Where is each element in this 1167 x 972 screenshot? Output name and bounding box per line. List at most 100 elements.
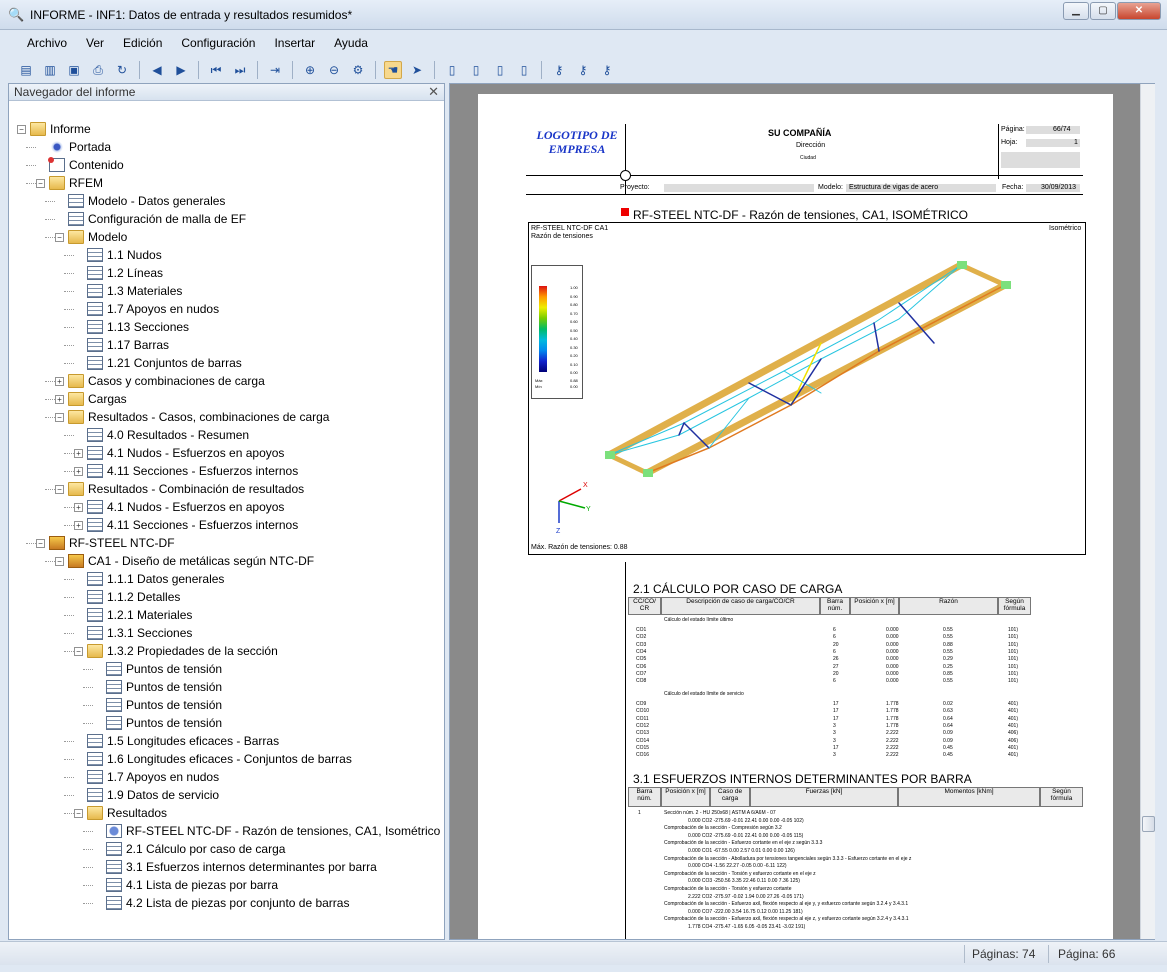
tree-item[interactable]: 1.13 Secciones [74, 318, 189, 336]
tree-item[interactable]: 1.1.2 Detalles [74, 588, 180, 606]
menu-ver[interactable]: Ver [86, 36, 104, 50]
tree-item[interactable]: Puntos de tensión [93, 714, 222, 732]
maximize-button[interactable]: ▢ [1090, 2, 1116, 20]
tree-item[interactable]: Configuración de malla de EF [55, 210, 246, 228]
tree-item[interactable]: 1.6 Longitudes eficaces - Conjuntos de b… [74, 750, 352, 768]
tree-item[interactable]: +4.11 Secciones - Esfuerzos internos [74, 462, 298, 480]
refresh-icon[interactable]: ↻ [113, 61, 131, 79]
tree-item[interactable]: 2.1 Cálculo por caso de carga [93, 840, 285, 858]
tree-item[interactable]: 1.2 Líneas [74, 264, 163, 282]
collapse-icon[interactable]: − [17, 124, 26, 134]
tree-item[interactable]: 1.21 Conjuntos de barras [74, 354, 242, 372]
axis-triad: Z X Y [556, 482, 591, 535]
page-icon[interactable]: ▯ [515, 61, 533, 79]
prev-page-icon[interactable]: ◀ [148, 61, 166, 79]
tree-item[interactable]: Portada [36, 138, 111, 156]
report-preview[interactable]: LOGOTIPO DE EMPRESA SU COMPAÑÍA Direcció… [449, 83, 1155, 940]
collapse-icon[interactable]: − [55, 232, 64, 242]
last-page-icon[interactable]: ⏭ [231, 61, 249, 79]
tree-item[interactable]: 1.9 Datos de servicio [74, 786, 219, 804]
tree-item[interactable]: 1.2.1 Materiales [74, 606, 192, 624]
expand-icon[interactable]: + [74, 448, 83, 458]
collapse-icon[interactable]: − [74, 808, 83, 818]
key3-icon[interactable]: ⚷ [598, 61, 616, 79]
page-setup-icon[interactable]: ▯ [443, 61, 461, 79]
tree-item[interactable]: − RF-STEEL NTC-DF [36, 534, 175, 552]
table-cell: 406) [1008, 737, 1019, 744]
key-icon[interactable]: ⚷ [550, 61, 568, 79]
first-page-icon[interactable]: ⏮ [207, 61, 225, 79]
print-icon[interactable]: ⎙ [89, 61, 107, 79]
tree-item[interactable]: − Resultados [74, 804, 167, 822]
collapse-icon[interactable]: − [55, 484, 64, 494]
tree-item[interactable]: − Resultados - Combinación de resultados [55, 480, 304, 498]
tree-item[interactable]: 4.2 Lista de piezas por conjunto de barr… [93, 894, 349, 912]
menu-ayuda[interactable]: Ayuda [334, 36, 368, 50]
tree-item[interactable]: 1.3 Materiales [74, 282, 182, 300]
status-bar: Páginas: 74 Página: 66 [0, 941, 1167, 965]
new-report-icon[interactable]: ▤ [17, 61, 35, 79]
collapse-icon[interactable]: − [36, 178, 45, 188]
tree-item[interactable]: 1.1.1 Datos generales [74, 570, 224, 588]
collapse-icon[interactable]: − [36, 538, 45, 548]
next-page-icon[interactable]: ▶ [172, 61, 190, 79]
tree-item[interactable]: 1.7 Apoyos en nudos [74, 300, 219, 318]
tree-item[interactable]: 4.0 Resultados - Resumen [74, 426, 249, 444]
expand-icon[interactable]: + [74, 520, 83, 530]
tree-item[interactable]: − RFEM [36, 174, 103, 192]
tree-item[interactable]: Contenido [36, 156, 124, 174]
tree-item[interactable]: RF-STEEL NTC-DF - Razón de tensiones, CA… [93, 822, 440, 840]
collapse-icon[interactable]: − [55, 412, 64, 422]
menu-archivo[interactable]: Archivo [27, 36, 67, 50]
expand-icon[interactable]: + [74, 502, 83, 512]
vertical-scrollbar[interactable] [1140, 84, 1155, 939]
tree-item[interactable]: 4.1 Lista de piezas por barra [93, 876, 278, 894]
tree-item[interactable]: + Cargas [55, 390, 127, 408]
zoom-out-icon[interactable]: ⊖ [325, 61, 343, 79]
collapse-icon[interactable]: − [74, 646, 83, 656]
close-icon[interactable]: ✕ [428, 84, 439, 100]
expand-icon[interactable]: + [55, 376, 64, 386]
settings-dropdown-icon[interactable]: ⚙ [349, 61, 367, 79]
menu-insertar[interactable]: Insertar [274, 36, 315, 50]
tree-item[interactable]: + Casos y combinaciones de carga [55, 372, 265, 390]
open-icon[interactable]: ▥ [41, 61, 59, 79]
save-icon[interactable]: ▣ [65, 61, 83, 79]
tree-item[interactable]: +4.1 Nudos - Esfuerzos en apoyos [74, 444, 284, 462]
tree-item[interactable]: Puntos de tensión [93, 696, 222, 714]
zoom-in-icon[interactable]: ⊕ [301, 61, 319, 79]
tree-item[interactable]: Puntos de tensión [93, 678, 222, 696]
select-tool-icon[interactable]: ☚ [384, 61, 402, 79]
scroll-thumb[interactable] [1142, 816, 1155, 832]
tree-item[interactable]: − CA1 - Diseño de metálicas según NTC-DF [55, 552, 314, 570]
tree-item[interactable]: 1.17 Barras [74, 336, 169, 354]
cover-icon[interactable]: ▯ [491, 61, 509, 79]
pointer-icon[interactable]: ➤ [408, 61, 426, 79]
tree-item[interactable]: − Informe [17, 120, 91, 138]
tree-item[interactable]: +4.1 Nudos - Esfuerzos en apoyos [74, 498, 284, 516]
close-button[interactable]: ✕ [1117, 2, 1161, 20]
goto-page-icon[interactable]: ⇥ [266, 61, 284, 79]
tree-item[interactable]: 3.1 Esfuerzos internos determinantes por… [93, 858, 377, 876]
tree-item[interactable]: Modelo - Datos generales [55, 192, 225, 210]
menu-configuracion[interactable]: Configuración [181, 36, 255, 50]
tree-item[interactable]: +4.11 Secciones - Esfuerzos internos [74, 516, 298, 534]
expand-icon[interactable]: + [74, 466, 83, 476]
tree-item[interactable]: 1.7 Apoyos en nudos [74, 768, 219, 786]
tree-item[interactable]: Puntos de tensión [93, 660, 222, 678]
tree-item[interactable]: − Resultados - Casos, combinaciones de ca… [55, 408, 329, 426]
tree-item[interactable]: 1.3.1 Secciones [74, 624, 192, 642]
key2-icon[interactable]: ⚷ [574, 61, 592, 79]
tree-item[interactable]: 1.5 Longitudes eficaces - Barras [74, 732, 279, 750]
tree-item[interactable]: − Modelo [55, 228, 127, 246]
expand-icon[interactable]: + [55, 394, 64, 404]
minimize-button[interactable]: ▁ [1063, 2, 1089, 20]
report-page: LOGOTIPO DE EMPRESA SU COMPAÑÍA Direcció… [478, 94, 1113, 939]
collapse-icon[interactable]: − [55, 556, 64, 566]
tree-item[interactable]: − 1.3.2 Propiedades de la sección [74, 642, 278, 660]
table-cell: 101) [1008, 670, 1019, 677]
tree-item[interactable]: 1.1 Nudos [74, 246, 162, 264]
menu-edicion[interactable]: Edición [123, 36, 162, 50]
header-icon[interactable]: ▯ [467, 61, 485, 79]
table-cell: 101) [1008, 656, 1019, 663]
